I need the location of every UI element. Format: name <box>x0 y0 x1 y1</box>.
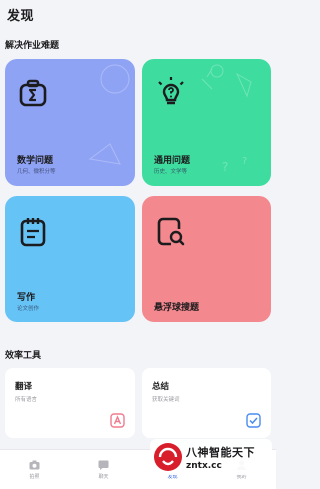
search-document-icon <box>157 217 185 246</box>
math-problem-card[interactable]: 数学问题 几何、微积分等 <box>5 59 135 186</box>
page-title: 发现 <box>7 9 35 24</box>
watermark-title: 八神智能天下 <box>186 445 255 459</box>
general-problem-card[interactable]: ? ? 通用问题 历史、文学等 <box>142 59 271 186</box>
summary-subtitle: 获取关键词 <box>152 397 180 403</box>
translate-title: 翻译 <box>15 382 33 392</box>
section-title-tools: 效率工具 <box>5 351 42 361</box>
translate-tool-card[interactable]: 翻译 所有语言 <box>5 368 135 438</box>
watermark-logo <box>154 443 182 471</box>
summary-tool-card[interactable]: 总结 获取关键词 <box>142 368 271 438</box>
tab-camera-label: 拍照 <box>29 473 40 480</box>
tab-chat[interactable]: 聊天 <box>69 450 138 489</box>
writing-card-title: 写作 <box>17 293 36 303</box>
math-card-title: 数学问题 <box>17 156 54 166</box>
svg-text:?: ? <box>222 160 228 174</box>
writing-card-subtitle: 论文创作 <box>17 306 40 312</box>
watermark-url: zntx.cc <box>186 460 222 471</box>
summary-title: 总结 <box>152 382 170 392</box>
general-card-subtitle: 历史、文学等 <box>154 169 188 175</box>
checklist-icon <box>246 413 261 428</box>
watermark: 八神智能天下 zntx.cc <box>150 439 272 475</box>
lightbulb-question-icon <box>158 77 184 105</box>
translate-icon <box>110 413 125 428</box>
general-card-title: 通用问题 <box>154 156 191 166</box>
tab-chat-label: 聊天 <box>98 473 109 480</box>
writing-card[interactable]: 写作 论文创作 <box>5 196 135 322</box>
section-title-solve: 解决作业难题 <box>5 41 60 51</box>
notepad-icon <box>20 218 46 247</box>
math-card-subtitle: 几何、微积分等 <box>17 169 56 175</box>
floating-ball-search-card[interactable]: 悬浮球搜题 <box>142 196 271 322</box>
chat-icon <box>98 460 109 470</box>
translate-subtitle: 所有语言 <box>15 397 38 403</box>
svg-text:?: ? <box>242 156 247 167</box>
tab-camera[interactable]: 拍照 <box>0 450 69 489</box>
floating-ball-card-title: 悬浮球搜题 <box>154 303 200 313</box>
sigma-camera-icon <box>19 79 47 107</box>
camera-icon <box>29 460 40 469</box>
